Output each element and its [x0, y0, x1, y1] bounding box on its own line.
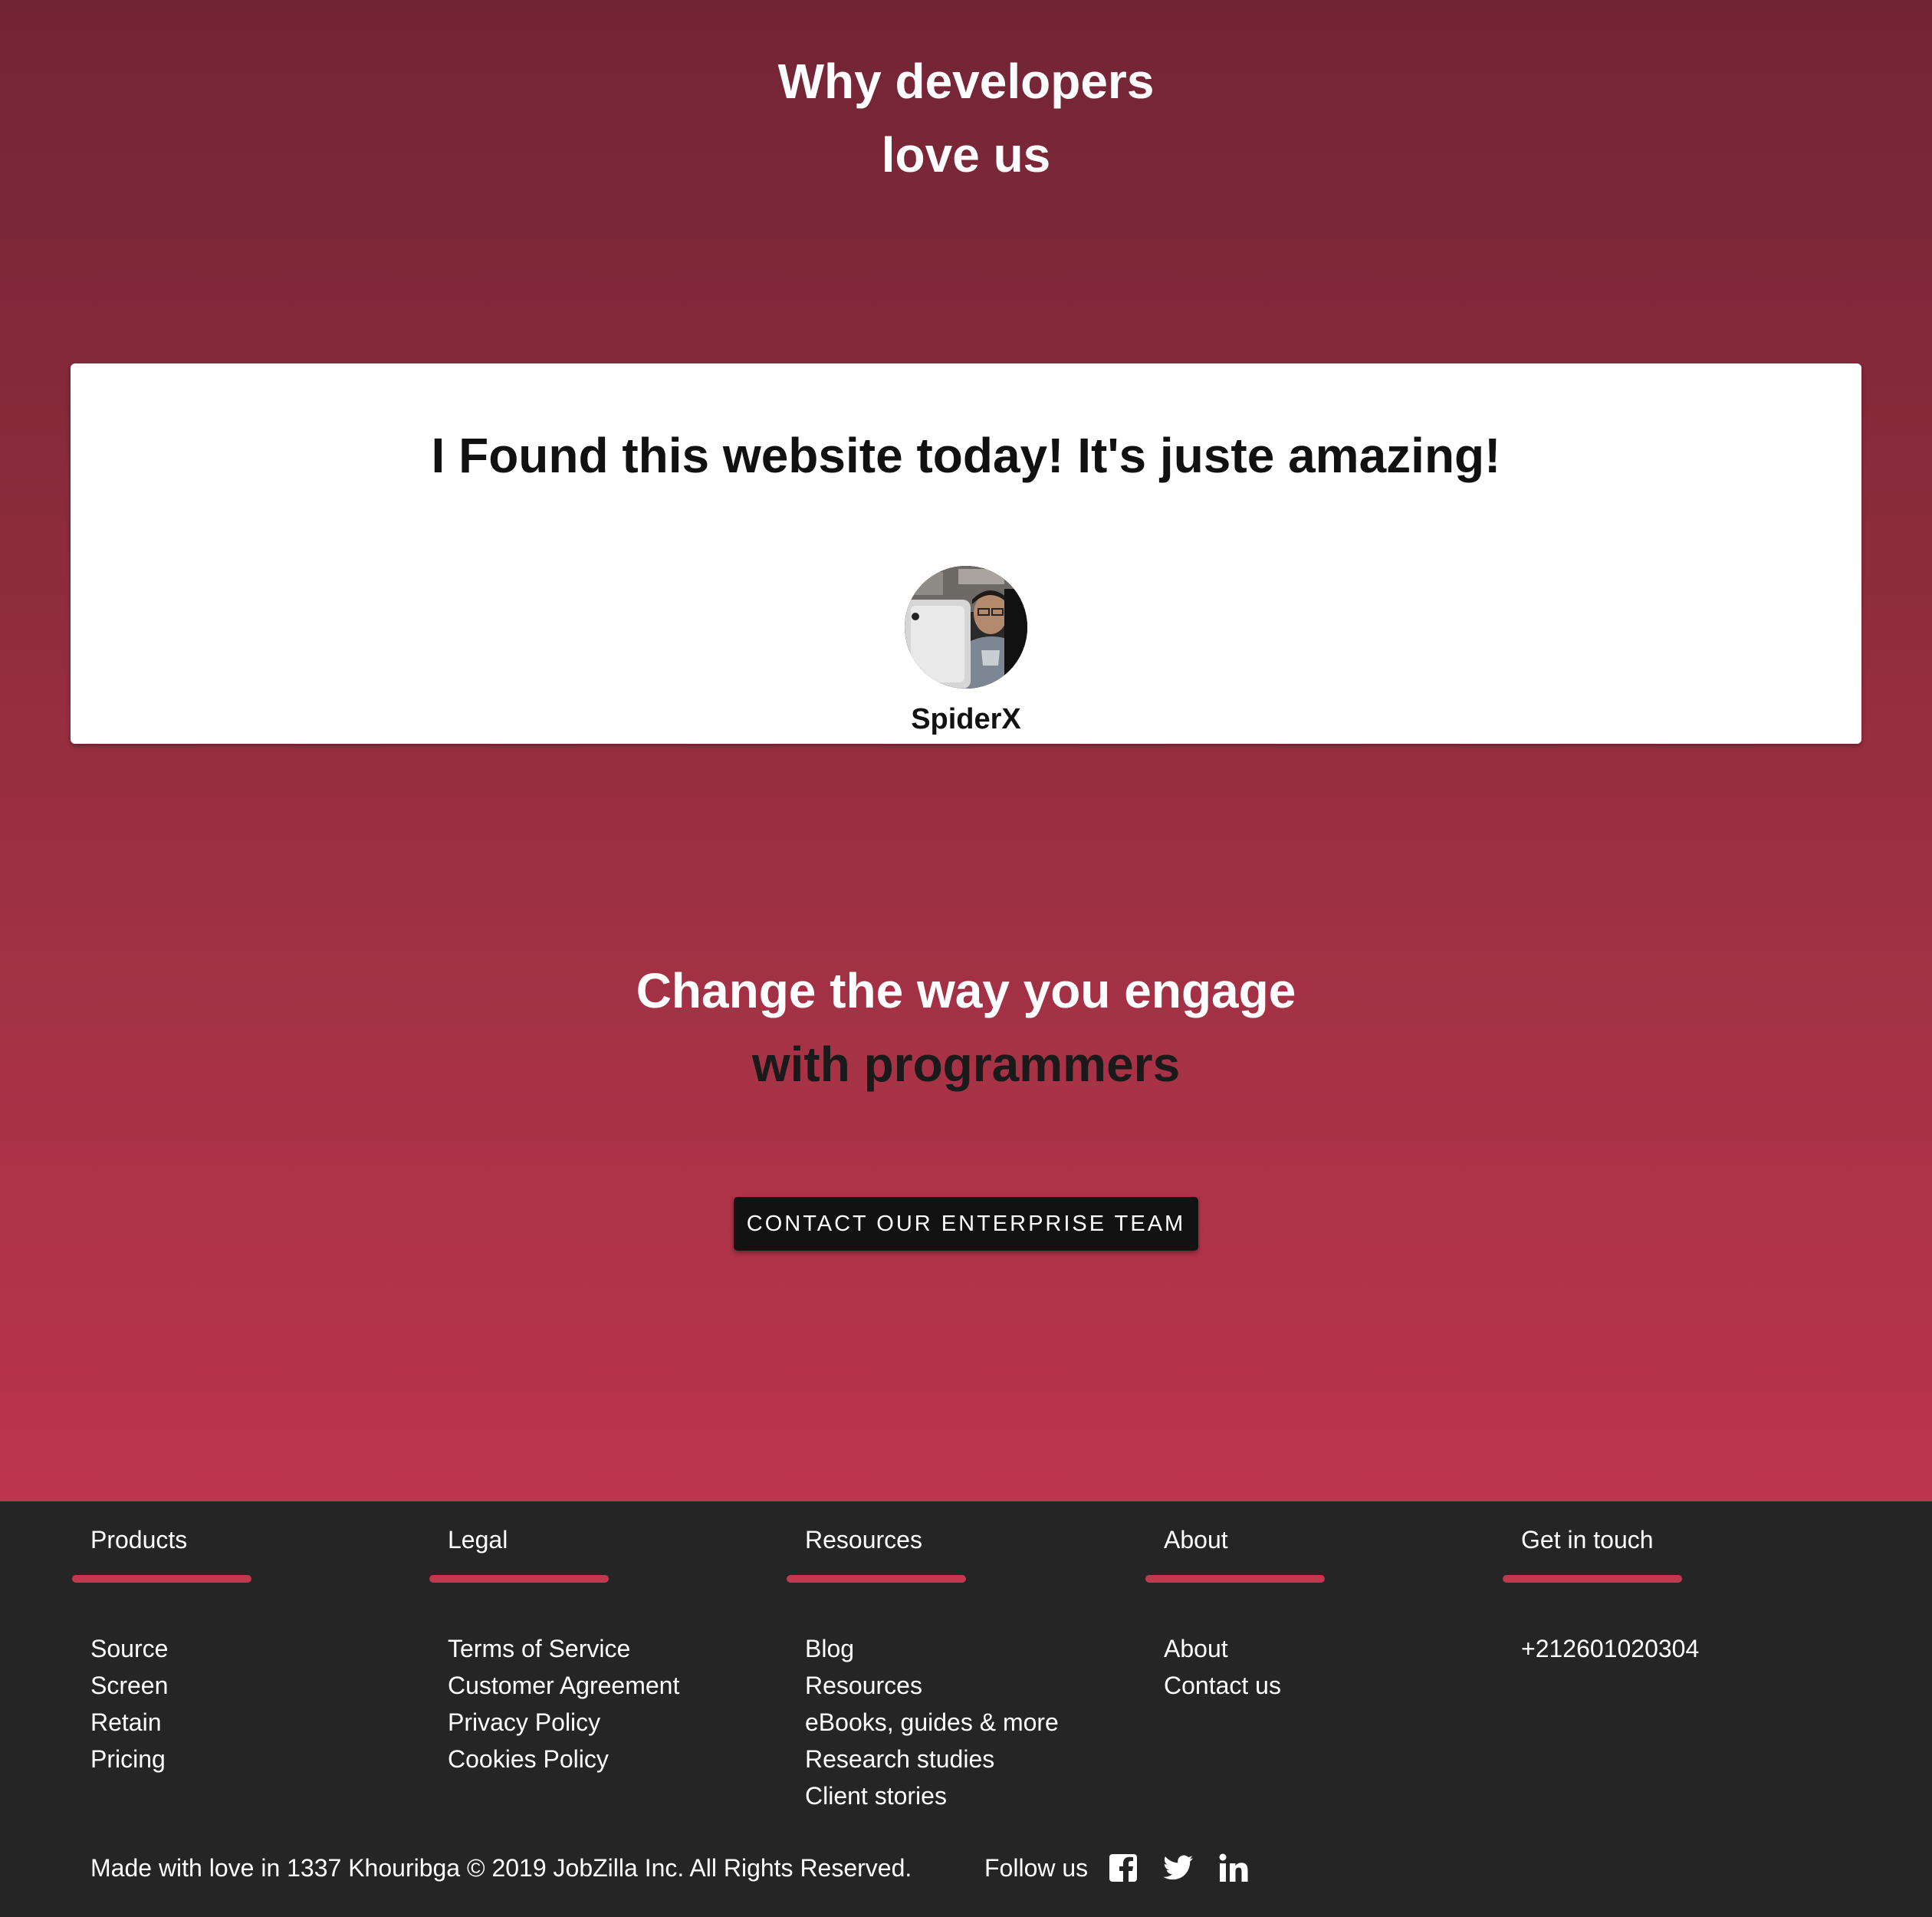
- footer-link-text[interactable]: Resources: [805, 1672, 922, 1699]
- facebook-icon[interactable]: [1108, 1853, 1138, 1883]
- footer-col-underline: [72, 1575, 251, 1583]
- testimonial-author: SpiderX: [911, 703, 1021, 735]
- footer-col-underline: [787, 1575, 966, 1583]
- footer-link-text[interactable]: About: [1164, 1635, 1228, 1662]
- footer-link-text[interactable]: Cookies Policy: [448, 1745, 609, 1773]
- footer-col-underline: [1145, 1575, 1325, 1583]
- footer-link-text[interactable]: Blog: [805, 1635, 854, 1662]
- footer-link-text[interactable]: eBooks, guides & more: [805, 1708, 1059, 1736]
- contact-enterprise-button[interactable]: Contact our enterprise team: [734, 1197, 1198, 1251]
- footer-link-phone[interactable]: +212601020304: [1521, 1630, 1699, 1667]
- testimonials-heading-line2: love us: [881, 127, 1051, 182]
- footer-col-title: Products: [90, 1526, 188, 1554]
- footer-col-title: Resources: [805, 1526, 922, 1554]
- cta-heading-line2: with programmers: [751, 1037, 1181, 1092]
- footer-link-retain[interactable]: Retain: [90, 1704, 168, 1741]
- footer-link-screen[interactable]: Screen: [90, 1667, 168, 1704]
- footer-link-resources[interactable]: Resources: [805, 1667, 1059, 1704]
- footer-link-privacy[interactable]: Privacy Policy: [448, 1704, 679, 1741]
- footer-links: Terms of Service Customer Agreement Priv…: [448, 1630, 679, 1777]
- footer-links: Blog Resources eBooks, guides & more Res…: [805, 1630, 1059, 1814]
- testimonial-card: I Found this website today! It's juste a…: [71, 363, 1861, 744]
- footer-link-text[interactable]: +212601020304: [1521, 1635, 1699, 1662]
- footer-link-text[interactable]: Customer Agreement: [448, 1672, 679, 1699]
- footer-col-title: Legal: [448, 1526, 508, 1554]
- footer-col-underline: [1503, 1575, 1682, 1583]
- follow-us: Follow us: [984, 1830, 1273, 1906]
- footer-links: About Contact us: [1164, 1630, 1281, 1704]
- footer-col-title: Get in touch: [1521, 1526, 1654, 1554]
- avatar: [905, 566, 1027, 689]
- footer-link-research[interactable]: Research studies: [805, 1741, 1059, 1777]
- footer-link-blog[interactable]: Blog: [805, 1630, 1059, 1667]
- testimonials-heading: Why developers love us: [0, 44, 1932, 192]
- twitter-icon[interactable]: [1163, 1853, 1194, 1883]
- footer-col-underline: [429, 1575, 609, 1583]
- footer-link-text[interactable]: Terms of Service: [448, 1635, 630, 1662]
- footer-link-about[interactable]: About: [1164, 1630, 1281, 1667]
- footer-links: Source Screen Retain Pricing: [90, 1630, 168, 1777]
- footer-link-customer-agreement[interactable]: Customer Agreement: [448, 1667, 679, 1704]
- footer-link-text[interactable]: Contact us: [1164, 1672, 1281, 1699]
- cta-heading: Change the way you engage with programme…: [0, 954, 1932, 1101]
- footer-link-text[interactable]: Retain: [90, 1708, 162, 1736]
- footer-link-text[interactable]: Screen: [90, 1672, 168, 1699]
- follow-us-label: Follow us: [984, 1853, 1089, 1882]
- footer-link-text[interactable]: Privacy Policy: [448, 1708, 600, 1736]
- testimonials-heading-line1: Why developers: [777, 54, 1155, 109]
- footer-link-source[interactable]: Source: [90, 1630, 168, 1667]
- footer-link-ebooks[interactable]: eBooks, guides & more: [805, 1704, 1059, 1741]
- footer-link-cookies[interactable]: Cookies Policy: [448, 1741, 679, 1777]
- footer-link-client-stories[interactable]: Client stories: [805, 1777, 1059, 1814]
- footer-link-text[interactable]: Source: [90, 1635, 168, 1662]
- footer-links: +212601020304: [1521, 1630, 1699, 1667]
- copyright-text: Made with love in 1337 Khouribga © 2019 …: [90, 1854, 912, 1882]
- footer: Products Source Screen Retain Pricing Le…: [0, 1501, 1932, 1917]
- cta-heading-line1: Change the way you engage: [636, 963, 1296, 1018]
- footer-link-text[interactable]: Client stories: [805, 1782, 947, 1810]
- footer-link-text[interactable]: Pricing: [90, 1745, 166, 1773]
- testimonial-quote: I Found this website today! It's juste a…: [431, 428, 1501, 483]
- footer-link-pricing[interactable]: Pricing: [90, 1741, 168, 1777]
- avatar-photo: [905, 566, 1027, 689]
- footer-col-title: About: [1164, 1526, 1228, 1554]
- hero-section: Why developers love us I Found this webs…: [0, 0, 1932, 1501]
- footer-link-terms[interactable]: Terms of Service: [448, 1630, 679, 1667]
- footer-link-text[interactable]: Research studies: [805, 1745, 994, 1773]
- linkedin-icon[interactable]: [1218, 1853, 1249, 1883]
- footer-link-contact[interactable]: Contact us: [1164, 1667, 1281, 1704]
